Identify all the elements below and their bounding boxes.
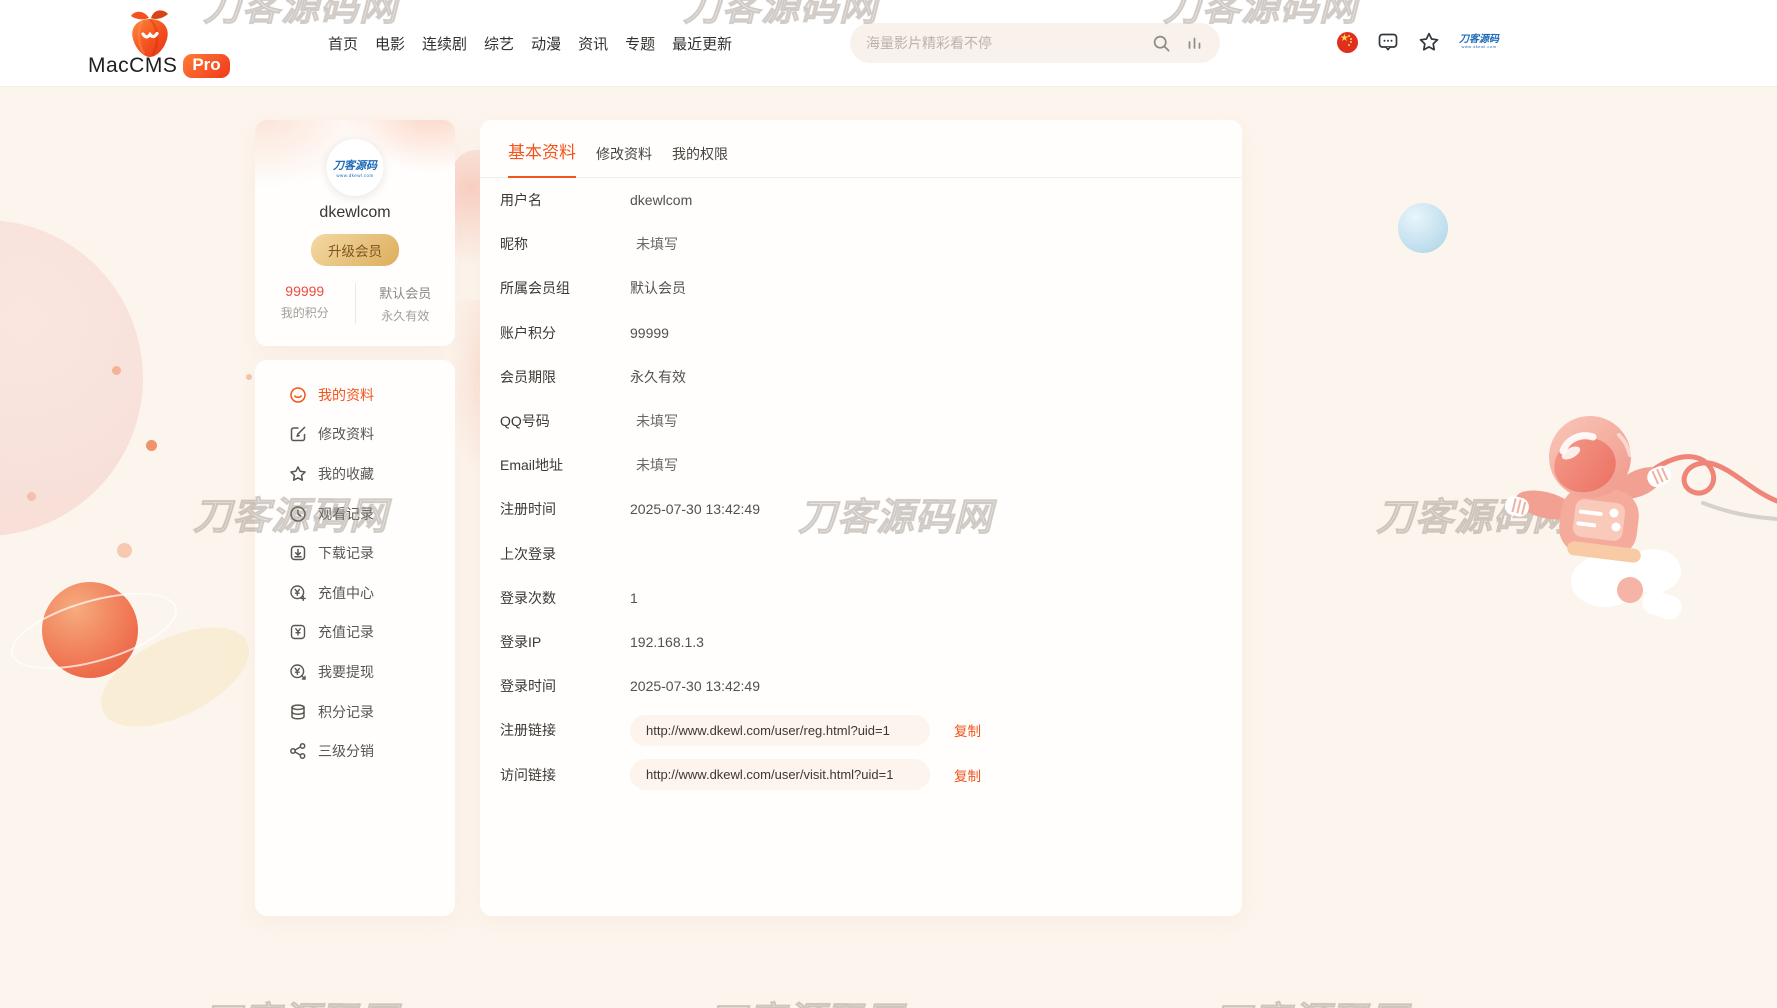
- field-row-register-link: 注册链接 http://www.dkewl.com/user/reg.html?…: [500, 708, 1242, 752]
- field-row-login-ip: 登录IP 192.168.1.3: [500, 620, 1242, 664]
- field-row-last-login: 上次登录: [500, 532, 1242, 576]
- search-icon[interactable]: [1152, 34, 1171, 53]
- pale-circle-decoration: [0, 220, 143, 536]
- profile-stats: 99999 我的积分 默认会员 永久有效: [255, 283, 455, 324]
- nav-link-movies[interactable]: 电影: [375, 33, 405, 54]
- top-navbar: MacCMS Pro 首页 电影 连续剧 综艺 动漫 资讯 专题 最近更新: [0, 0, 1777, 86]
- profile-card: 刀客源码 www.dkewl.com dkewlcom 升级会员 99999 我…: [255, 120, 455, 346]
- edit-icon: [289, 425, 307, 443]
- copy-visit-link-button[interactable]: 复制: [954, 765, 981, 785]
- sidebar-item-watch-history[interactable]: 观看记录: [255, 494, 455, 534]
- download-icon: [289, 544, 307, 562]
- register-link-field[interactable]: http://www.dkewl.com/user/reg.html?uid=1: [630, 715, 930, 746]
- nav-link-home[interactable]: 首页: [328, 33, 358, 54]
- dot-decoration: [146, 440, 157, 451]
- page: MacCMS Pro 首页 电影 连续剧 综艺 动漫 资讯 专题 最近更新: [0, 0, 1777, 1008]
- watermark-text: 刀客源码网: [708, 990, 903, 1008]
- sidebar-item-points-history[interactable]: 积分记录: [255, 692, 455, 732]
- user-smile-icon: [289, 386, 307, 404]
- field-row-member-group: 所属会员组 默认会员: [500, 266, 1242, 310]
- brand-name: MacCMS: [88, 54, 177, 78]
- profile-fields: 用户名 dkewlcom 昵称 未填写 所属会员组 默认会员 账户积分 9999…: [480, 178, 1242, 797]
- profile-content-panel: 基本资料 修改资料 我的权限 用户名 dkewlcom 昵称 未填写 所属会员组…: [480, 120, 1242, 916]
- nav-link-anime[interactable]: 动漫: [531, 33, 561, 54]
- sidebar-item-download-history[interactable]: 下载记录: [255, 533, 455, 573]
- favorite-star-icon[interactable]: [1418, 31, 1440, 53]
- trending-ranking-icon[interactable]: [1185, 34, 1204, 53]
- brand-badge: Pro: [183, 54, 229, 78]
- main-navigation: 首页 电影 连续剧 综艺 动漫 资讯 专题 最近更新: [328, 0, 732, 86]
- field-row-register-time: 注册时间 2025-07-30 13:42:49: [500, 487, 1242, 531]
- message-icon[interactable]: [1377, 31, 1399, 53]
- field-row-email: Email地址 未填写: [500, 443, 1242, 487]
- dot-decoration: [27, 492, 36, 501]
- star-icon: [289, 465, 307, 483]
- field-row-member-term: 会员期限 永久有效: [500, 355, 1242, 399]
- dkewl-site-logo[interactable]: 刀客源码 www.dkewl.com: [1459, 35, 1499, 49]
- database-icon: [289, 703, 307, 721]
- blue-sphere-decoration: [1398, 203, 1448, 253]
- avatar-logo-subtext: www.dkewl.com: [336, 173, 373, 178]
- field-row-visit-link: 访问链接 http://www.dkewl.com/user/visit.htm…: [500, 752, 1242, 796]
- china-flag-icon[interactable]: ★: [1337, 32, 1358, 53]
- field-row-qq: QQ号码 未填写: [500, 399, 1242, 443]
- sidebar-item-distribution[interactable]: 三级分销: [255, 731, 455, 771]
- sidebar-item-my-favorites[interactable]: 我的收藏: [255, 454, 455, 494]
- profile-tabs: 基本资料 修改资料 我的权限: [480, 120, 1242, 178]
- field-row-nickname: 昵称 未填写: [500, 222, 1242, 266]
- avatar[interactable]: 刀客源码 www.dkewl.com: [327, 139, 384, 196]
- sidebar-item-withdraw[interactable]: 我要提现: [255, 652, 455, 692]
- sidebar-item-my-profile[interactable]: 我的资料: [255, 375, 455, 415]
- tab-basic-info[interactable]: 基本资料: [508, 138, 576, 178]
- nav-link-series[interactable]: 连续剧: [422, 33, 467, 54]
- search-box: [850, 23, 1220, 63]
- points-label: 我的积分: [255, 304, 355, 321]
- clock-icon: [289, 505, 307, 523]
- dot-decoration: [246, 374, 252, 380]
- nav-link-news[interactable]: 资讯: [578, 33, 608, 54]
- sidebar-item-recharge-history[interactable]: 充值记录: [255, 613, 455, 653]
- avatar-logo-text: 刀客源码: [333, 157, 377, 173]
- navbar-right-icons: ★ 刀客源码 www.dkewl.com: [1337, 31, 1499, 53]
- dot-decoration: [117, 543, 132, 558]
- nav-link-variety[interactable]: 综艺: [484, 33, 514, 54]
- site-logo[interactable]: MacCMS Pro: [88, 2, 228, 84]
- copy-register-link-button[interactable]: 复制: [954, 720, 981, 740]
- upgrade-member-button[interactable]: 升级会员: [311, 234, 399, 266]
- watermark-text: 刀客源码网: [203, 990, 398, 1008]
- member-group-value: 默认会员: [356, 283, 456, 302]
- visit-link-field[interactable]: http://www.dkewl.com/user/visit.html?uid…: [630, 759, 930, 790]
- search-input[interactable]: [866, 35, 1152, 51]
- share-icon: [289, 742, 307, 760]
- field-row-username: 用户名 dkewlcom: [500, 178, 1242, 222]
- sidebar-item-edit-profile[interactable]: 修改资料: [255, 415, 455, 455]
- field-row-login-count: 登录次数 1: [500, 576, 1242, 620]
- field-row-account-points: 账户积分 99999: [500, 311, 1242, 355]
- watermark-text: 刀客源码网: [1213, 990, 1408, 1008]
- member-group-label: 永久有效: [356, 307, 456, 324]
- strawberry-logo-icon: [128, 7, 172, 59]
- username: dkewlcom: [255, 204, 455, 222]
- sidebar-item-recharge-center[interactable]: 充值中心: [255, 573, 455, 613]
- coin-add-icon: [289, 584, 307, 602]
- sidebar-menu: 我的资料 修改资料 我的收藏 观看记录 下载记录: [255, 360, 455, 916]
- dot-decoration: [112, 366, 121, 375]
- nav-link-topics[interactable]: 专题: [625, 33, 655, 54]
- coin-square-icon: [289, 623, 307, 641]
- tab-my-permissions[interactable]: 我的权限: [672, 144, 728, 177]
- field-row-login-time: 登录时间 2025-07-30 13:42:49: [500, 664, 1242, 708]
- tab-edit-info[interactable]: 修改资料: [596, 144, 652, 177]
- astronaut-illustration: [1467, 385, 1777, 635]
- points-value: 99999: [255, 283, 355, 299]
- nav-link-recent-updates[interactable]: 最近更新: [672, 33, 732, 54]
- coin-withdraw-icon: [289, 663, 307, 681]
